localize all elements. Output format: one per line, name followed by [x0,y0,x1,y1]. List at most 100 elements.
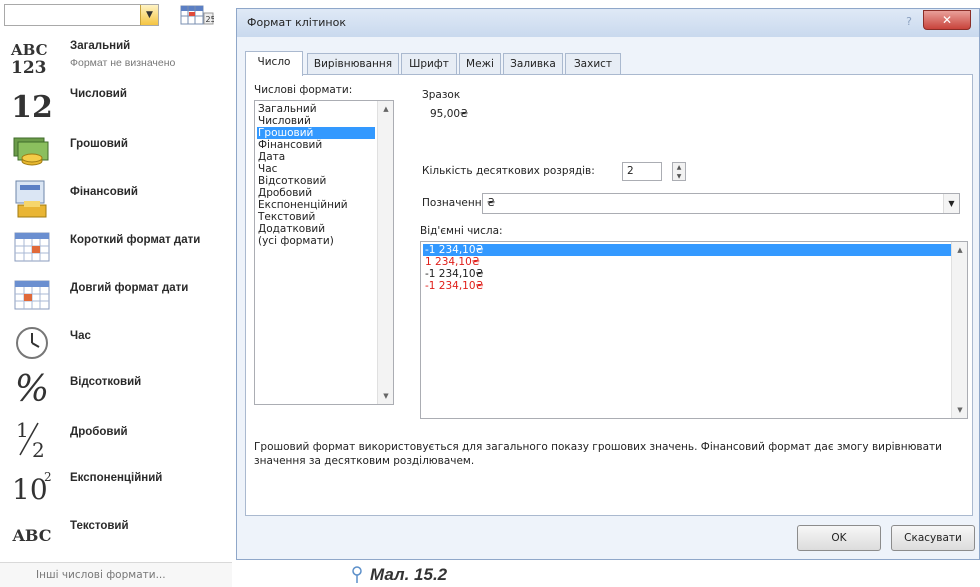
format-item-label: Числовий [70,88,127,100]
chevron-down-icon[interactable]: ▼ [140,5,158,25]
number-12-icon: 12 [11,89,53,125]
category-item[interactable]: Дата [257,151,375,163]
svg-text:25: 25 [206,15,215,24]
decimal-places-input[interactable]: 2 [622,162,662,181]
format-item-label: Грошовий [70,138,128,150]
currency-symbol-row: Позначення: ₴ ▼ [420,193,960,215]
more-number-formats-link[interactable]: Інші числові формати... [0,562,232,587]
svg-text:123: 123 [11,58,47,78]
percent-icon: % [14,368,50,410]
category-scrollbar[interactable]: ▲ ▼ [377,101,393,404]
format-item-scientific[interactable]: 10 2 Експоненційний [0,462,232,510]
categories-caption: Числові формати: [254,84,353,96]
calendar-long-icon [6,272,58,318]
format-item-fraction[interactable]: 12 Дробовий [0,416,232,464]
category-item[interactable]: Відсотковий [257,175,375,187]
negative-format-item[interactable]: -1 234,10₴ [423,268,484,280]
spin-up-icon[interactable]: ▲ [673,163,685,172]
fraction-icon: 12 [6,416,58,462]
format-item-label: Дробовий [70,426,128,438]
negative-numbers-list[interactable]: -1 234,10₴ 1 234,10₴ -1 234,10₴ -1 234,1… [420,241,968,419]
figure-caption: Мал. 15.2 [370,565,448,584]
abc-text-icon: ABC [12,525,52,545]
svg-text:ABC: ABC [10,41,48,59]
svg-text:10: 10 [12,473,48,505]
number-format-combo[interactable]: ▼ [4,4,159,26]
tab-border[interactable]: Межі [459,53,501,75]
decimal-places-spinner[interactable]: ▲ ▼ [672,162,686,181]
category-item[interactable]: Фінансовий [257,139,375,151]
pin-icon [352,566,362,583]
decimal-places-row: Кількість десяткових розрядів: 2 ▲ ▼ [420,162,720,182]
format-item-general[interactable]: ABC 123 Загальний Формат не визначено [0,36,232,84]
negative-format-item[interactable]: -1 234,10₴ [423,280,484,292]
category-item-selected[interactable]: Грошовий [257,127,375,139]
negative-list-scrollbar[interactable]: ▲ ▼ [951,242,967,418]
spin-down-icon[interactable]: ▼ [673,172,685,181]
format-item-label: Час [70,330,91,342]
format-item-number[interactable]: 12 Числовий [0,84,232,132]
negative-format-item[interactable]: 1 234,10₴ [423,256,480,268]
number-format-dropdown: ▼ 25 ABC 123 Загальний Формат не визначен… [0,0,232,587]
tab-number[interactable]: Число [245,51,303,76]
category-item[interactable]: Додатковий [257,223,375,235]
calendar-short-icon [6,224,58,270]
help-icon[interactable]: ? [897,13,921,31]
format-item-currency[interactable]: Грошовий [0,128,232,176]
tab-font[interactable]: Шрифт [401,53,457,75]
format-item-label: Загальний [70,40,131,52]
tab-protection[interactable]: Захист [565,53,621,75]
tab-alignment[interactable]: Вирівнювання [307,53,399,75]
category-item[interactable]: Час [257,163,375,175]
currency-coins-icon [6,128,58,174]
format-item-label: Короткий формат дати [70,234,201,246]
category-item[interactable]: Загальний [257,103,375,115]
format-item-time[interactable]: Час [0,320,232,368]
format-item-text[interactable]: ABC Текстовий [0,512,232,560]
category-item[interactable]: Дробовий [257,187,375,199]
format-item-label: Експоненційний [70,472,163,484]
format-item-short-date[interactable]: Короткий формат дати [0,224,232,272]
more-number-formats-label: Інші числові формати... [36,569,166,581]
category-item[interactable]: Текстовий [257,211,375,223]
category-list[interactable]: Загальний Числовий Грошовий Фінансовий Д… [254,100,394,405]
scroll-up-icon[interactable]: ▲ [378,101,394,117]
decimal-places-label: Кількість десяткових розрядів: [422,165,595,177]
svg-text:1: 1 [16,418,29,442]
category-item[interactable]: Числовий [257,115,375,127]
cancel-button[interactable]: Скасувати [891,525,975,551]
close-button[interactable]: ✕ [923,10,971,30]
svg-text:2: 2 [32,438,45,461]
format-cells-icon[interactable]: 25 [180,3,214,27]
currency-symbol-select[interactable]: ₴ ▼ [482,193,960,214]
format-item-long-date[interactable]: Довгий формат дати [0,272,232,320]
svg-text:2: 2 [44,470,52,484]
format-item-sublabel: Формат не визначено [70,57,176,69]
dialog-tabs: Число Вирівнювання Шрифт Межі Заливка За… [245,51,965,76]
sample-group: Зразок 95,00₴ [420,89,956,129]
format-item-accounting[interactable]: Фінансовий [0,176,232,224]
tab-fill[interactable]: Заливка [503,53,563,75]
format-cells-dialog: Формат клітинок ? ✕ Число Вирівнювання Ш… [236,8,980,560]
dialog-title-bar[interactable]: Формат клітинок ? ✕ [237,9,979,37]
currency-symbol-value: ₴ [487,197,496,209]
format-item-label: Довгий формат дати [70,282,189,294]
chevron-down-icon[interactable]: ▼ [943,194,959,213]
format-item-label: Відсотковий [70,376,142,388]
accounting-calculator-icon [6,176,58,222]
scroll-down-icon[interactable]: ▼ [952,402,968,418]
scroll-down-icon[interactable]: ▼ [378,388,394,404]
format-description: Грошовий формат використовується для заг… [254,441,942,467]
category-item[interactable]: Експоненційний [257,199,375,211]
ok-button[interactable]: OK [797,525,881,551]
sample-value: 95,00₴ [430,108,469,120]
clock-icon [6,320,58,366]
negative-format-item-selected[interactable]: -1 234,10₴ [423,244,953,256]
number-tab-panel: Числові формати: Загальний Числовий Грош… [245,74,973,516]
scroll-up-icon[interactable]: ▲ [952,242,968,258]
format-item-label: Фінансовий [70,186,138,198]
format-item-percent[interactable]: % Відсотковий [0,366,232,414]
negative-numbers-caption: Від'ємні числа: [420,225,503,237]
format-item-label: Текстовий [70,520,129,532]
category-item[interactable]: (усі формати) [257,235,375,247]
